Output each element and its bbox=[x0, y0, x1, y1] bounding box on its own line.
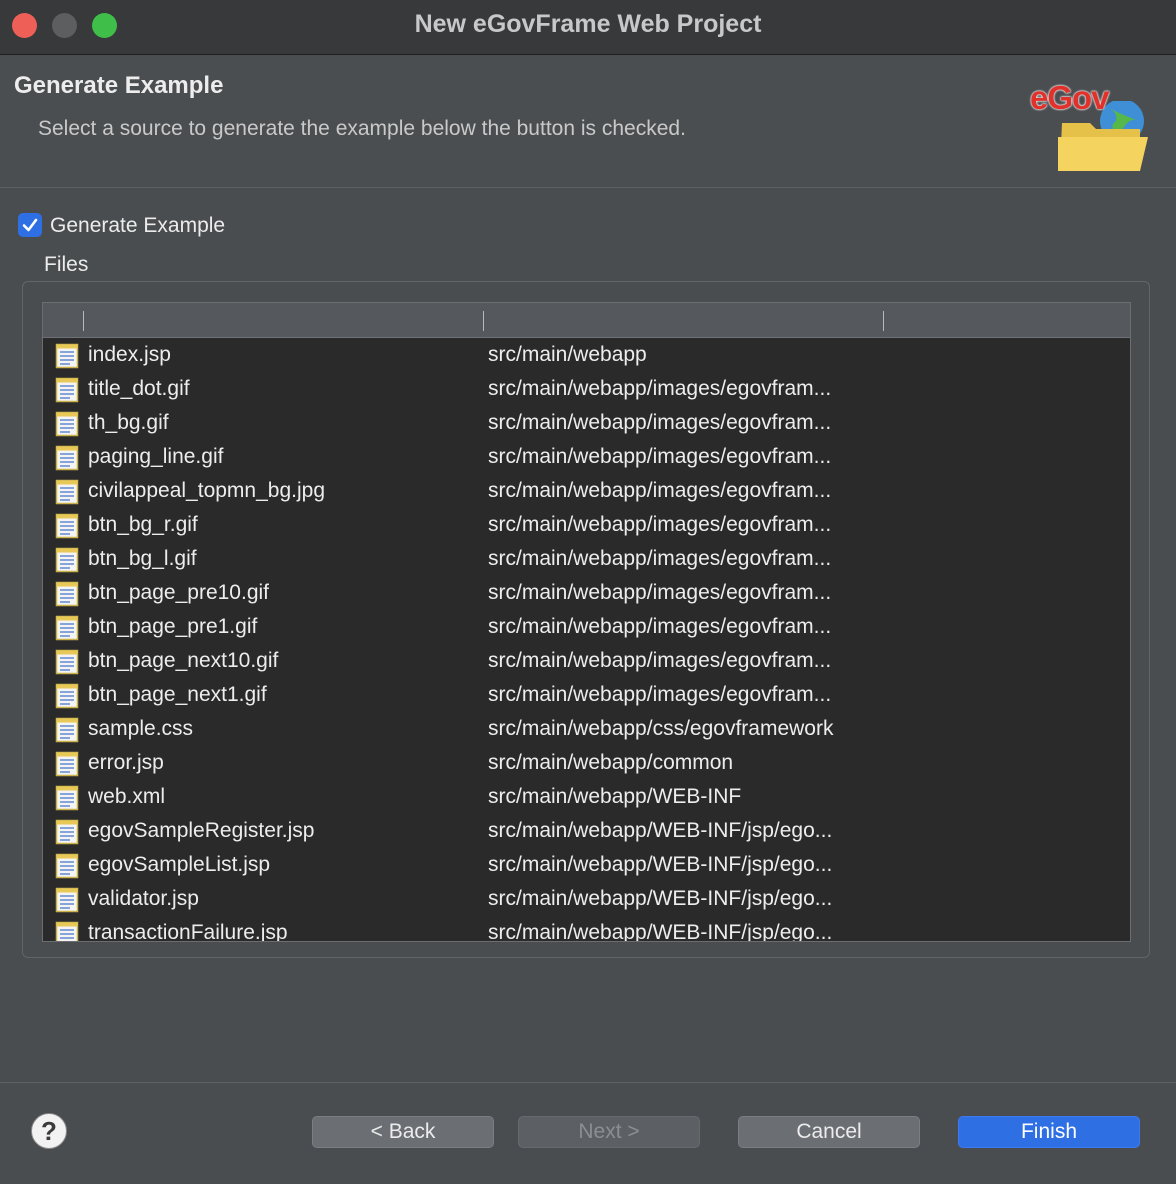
table-row[interactable]: web.xml src/main/webapp/WEB-INF bbox=[43, 780, 1130, 814]
footer-divider bbox=[0, 1082, 1176, 1083]
file-path: src/main/webapp/WEB-INF bbox=[488, 785, 742, 808]
table-row[interactable]: btn_bg_l.gif src/main/webapp/images/egovf… bbox=[43, 542, 1130, 576]
document-icon bbox=[55, 479, 79, 510]
file-name: btn_page_next10.gif bbox=[88, 649, 279, 672]
file-name: btn_bg_r.gif bbox=[88, 513, 198, 536]
file-name: index.jsp bbox=[88, 343, 171, 366]
document-icon bbox=[55, 751, 79, 782]
cancel-button[interactable]: Cancel bbox=[738, 1116, 920, 1148]
document-icon bbox=[55, 513, 79, 544]
table-row[interactable]: index.jsp src/main/webapp bbox=[43, 338, 1130, 372]
egov-logo: eGov bbox=[1022, 75, 1176, 175]
file-name: web.xml bbox=[88, 785, 166, 808]
table-row[interactable]: civilappeal_topmn_bg.jpg src/main/webapp/… bbox=[43, 474, 1130, 508]
generate-example-label: Generate Example bbox=[50, 214, 226, 237]
file-name: egovSampleList.jsp bbox=[88, 853, 271, 876]
file-name: egovSampleRegister.jsp bbox=[88, 819, 315, 842]
table-row[interactable]: egovSampleRegister.jsp src/main/webapp/WE… bbox=[43, 814, 1130, 848]
file-name: btn_bg_l.gif bbox=[88, 547, 197, 570]
table-row[interactable]: th_bg.gif src/main/webapp/images/egovfram… bbox=[43, 406, 1130, 440]
file-path: src/main/webapp/WEB-INF/jsp/ego... bbox=[488, 819, 833, 842]
document-icon bbox=[55, 445, 79, 476]
table-row[interactable]: btn_bg_r.gif src/main/webapp/images/egovf… bbox=[43, 508, 1130, 542]
table-row[interactable]: egovSampleList.jsp src/main/webapp/WEB-IN… bbox=[43, 848, 1130, 882]
table-row[interactable]: paging_line.gif src/main/webapp/images/eg… bbox=[43, 440, 1130, 474]
file-path: src/main/webapp bbox=[488, 343, 647, 366]
document-icon bbox=[55, 343, 79, 374]
table-row[interactable]: btn_page_next10.gif src/main/webapp/image… bbox=[43, 644, 1130, 678]
file-path: src/main/webapp/images/egovfram... bbox=[488, 411, 832, 434]
logo-text: eGov bbox=[1030, 79, 1110, 116]
document-icon bbox=[55, 581, 79, 612]
file-path: src/main/webapp/images/egovfram... bbox=[488, 649, 832, 672]
file-name: btn_page_next1.gif bbox=[88, 683, 267, 706]
file-name: paging_line.gif bbox=[88, 445, 224, 468]
title-bar: New eGovFrame Web Project bbox=[0, 0, 1176, 55]
document-icon bbox=[55, 411, 79, 442]
window-title: New eGovFrame Web Project bbox=[414, 10, 762, 38]
table-row[interactable]: title_dot.gif src/main/webapp/images/egov… bbox=[43, 372, 1130, 406]
table-row[interactable]: error.jsp src/main/webapp/common bbox=[43, 746, 1130, 780]
page-title: Generate Example bbox=[14, 72, 224, 99]
file-path: src/main/webapp/images/egovfram... bbox=[488, 513, 832, 536]
document-icon bbox=[55, 785, 79, 816]
table-row[interactable]: sample.css src/main/webapp/css/egovframew… bbox=[43, 712, 1130, 746]
help-button[interactable]: ? bbox=[31, 1113, 67, 1149]
finish-button[interactable]: Finish bbox=[958, 1116, 1140, 1148]
generate-example-checkbox[interactable] bbox=[18, 213, 42, 237]
file-path: src/main/webapp/images/egovfram... bbox=[488, 581, 832, 604]
document-icon bbox=[55, 887, 79, 918]
file-path: src/main/webapp/images/egovfram... bbox=[488, 683, 832, 706]
file-name: validator.jsp bbox=[88, 887, 199, 910]
table-body: index.jsp src/main/webapp title_dot.gif src… bbox=[43, 338, 1130, 942]
table-row[interactable]: transactionFailure.jsp src/main/webapp/WE… bbox=[43, 916, 1130, 942]
document-icon bbox=[55, 377, 79, 408]
document-icon bbox=[55, 649, 79, 680]
document-icon bbox=[55, 819, 79, 850]
table-row[interactable]: btn_page_next1.gif src/main/webapp/images… bbox=[43, 678, 1130, 712]
file-path: src/main/webapp/images/egovfram... bbox=[488, 547, 832, 570]
column-separator[interactable] bbox=[83, 311, 84, 331]
file-path: src/main/webapp/css/egovframework bbox=[488, 717, 834, 740]
file-path: src/main/webapp/images/egovfram... bbox=[488, 445, 832, 468]
file-name: civilappeal_topmn_bg.jpg bbox=[88, 479, 325, 502]
table-row[interactable]: btn_page_pre10.gif src/main/webapp/images… bbox=[43, 576, 1130, 610]
column-separator[interactable] bbox=[883, 311, 884, 331]
next-button: Next > bbox=[518, 1116, 700, 1148]
file-path: src/main/webapp/WEB-INF/jsp/ego... bbox=[488, 853, 833, 876]
document-icon bbox=[55, 717, 79, 748]
table-row[interactable]: btn_page_pre1.gif src/main/webapp/images/… bbox=[43, 610, 1130, 644]
files-table[interactable]: index.jsp src/main/webapp title_dot.gif src… bbox=[42, 302, 1131, 942]
file-name: btn_page_pre10.gif bbox=[88, 581, 269, 604]
column-separator[interactable] bbox=[483, 311, 484, 331]
document-icon bbox=[55, 853, 79, 884]
files-group-label: Files bbox=[44, 253, 89, 276]
file-name: title_dot.gif bbox=[88, 377, 190, 400]
page-description: Select a source to generate the example … bbox=[38, 117, 686, 140]
file-name: th_bg.gif bbox=[88, 411, 169, 434]
table-header bbox=[43, 303, 1130, 338]
file-path: src/main/webapp/common bbox=[488, 751, 734, 774]
file-path: src/main/webapp/images/egovfram... bbox=[488, 615, 832, 638]
file-path: src/main/webapp/images/egovfram... bbox=[488, 479, 832, 502]
file-name: error.jsp bbox=[88, 751, 164, 774]
document-icon bbox=[55, 921, 79, 941]
document-icon bbox=[55, 615, 79, 646]
document-icon bbox=[55, 683, 79, 714]
file-name: transactionFailure.jsp bbox=[88, 921, 288, 942]
file-name: btn_page_pre1.gif bbox=[88, 615, 258, 638]
file-path: src/main/webapp/images/egovfram... bbox=[488, 377, 832, 400]
table-row[interactable]: validator.jsp src/main/webapp/WEB-INF/jsp… bbox=[43, 882, 1130, 916]
document-icon bbox=[55, 547, 79, 578]
file-path: src/main/webapp/WEB-INF/jsp/ego... bbox=[488, 921, 833, 942]
file-name: sample.css bbox=[88, 717, 194, 740]
file-path: src/main/webapp/WEB-INF/jsp/ego... bbox=[488, 887, 833, 910]
back-button[interactable]: < Back bbox=[312, 1116, 494, 1148]
checkmark-icon bbox=[22, 218, 38, 232]
wizard-header: Generate Example Select a source to gene… bbox=[0, 55, 1176, 188]
